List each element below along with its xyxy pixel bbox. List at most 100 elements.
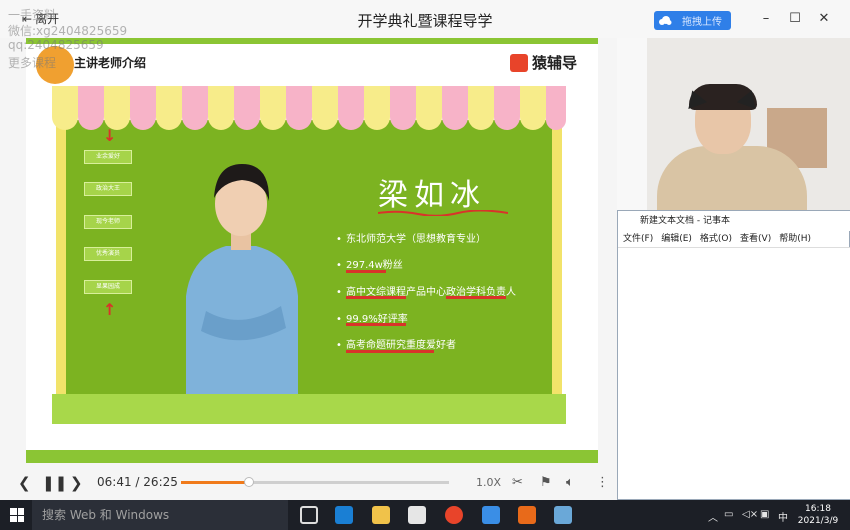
notepad-task-icon[interactable] [554,506,572,524]
pillar-right [552,120,562,410]
webcam-window [617,38,647,210]
brand-name: 猿辅导 [532,54,578,72]
total-time: 26:25 [143,475,178,489]
scissors-icon[interactable]: ✂ [512,475,523,490]
teacher-name: 梁如冰 [378,178,486,213]
progress-fill [181,481,249,484]
awning-stripe [208,86,234,130]
progress-knob[interactable] [243,477,254,487]
awning-stripe [78,86,104,130]
bullet-text: 东北师范大学（思想教育专业） [346,234,486,245]
side-menu-item: 优秀演员 [84,247,132,261]
more-icon[interactable]: ⋮ [596,475,609,490]
taskbar-search[interactable]: 搜索 Web 和 Windows [32,500,288,530]
awning-stripe [416,86,442,130]
bullet-item: • 东北师范大学（思想教育专业） [336,234,486,245]
clock-date: 2021/3/9 [797,516,839,526]
name-underline [378,210,508,216]
player-controls: ❮ ❚❚ ❯ 06:41 / 26:25 1.0X ✂ ⚑ 🔈︎ ⋮ [0,466,617,499]
awning-stripe [468,86,494,130]
task-view-icon[interactable] [300,506,318,524]
chevron-up-icon[interactable]: ︿ [708,509,718,524]
notepad-text-area[interactable] [618,247,850,499]
watermark-line: qq:2404825659 [8,38,104,52]
file-explorer-icon[interactable] [372,506,390,524]
cloud-app-icon[interactable] [482,506,500,524]
lecture-slide: 主讲老师介绍 猿辅导 ↓ 业余爱好 政治大王 现今老师 优秀演员 显果园成 ↑ … [26,38,598,463]
pause-icon[interactable]: ❚❚ [42,474,67,492]
presenter-body [657,146,807,210]
awning-stripe [520,86,546,130]
clock[interactable]: 16:18 2021/3/9 [796,503,840,527]
bullet-item: • 高考命题研究重度爱好者 [336,340,456,351]
awning-stripe [442,86,468,130]
awning-stripe [130,86,156,130]
arrow-down-icon: ↓ [103,126,117,145]
red-underline [346,350,434,353]
awning-stripe [338,86,364,130]
time-display: 06:41 / 26:25 [97,475,178,489]
screen: ⇤ 离开 开学典礼暨课程导学 拖拽上传 – ☐ ✕ 主讲老师介绍 猿辅导 ↓ 业… [0,0,850,530]
side-menu-item: 现今老师 [84,215,132,229]
app-icon[interactable] [445,506,463,524]
awning-stripe [364,86,390,130]
arrow-up-icon: ↑ [103,300,117,319]
red-underline [446,296,506,299]
teacher-photo [186,164,298,396]
store-icon[interactable] [408,506,426,524]
notepad-title: 新建文本文档 - 记事本 [618,211,850,231]
red-underline [346,270,386,273]
slide-bottom-bar [26,450,598,463]
menu-edit[interactable]: 编辑(E) [661,231,692,247]
close-icon[interactable]: ✕ [814,11,834,26]
brand: 猿辅导 [510,52,577,73]
menu-format[interactable]: 格式(O) [700,231,732,247]
awning-stripe [156,86,182,130]
awning-stripe [260,86,286,130]
awning-stripe [546,86,566,130]
awning-stripe [286,86,312,130]
taskbar: 搜索 Web 和 Windows ︿ ▭ ◁× ▣ 中 16:18 2021/3… [0,500,850,530]
clock-time: 16:18 [805,504,831,514]
progress-bar[interactable] [181,477,449,487]
awning-stripe [182,86,208,130]
menu-help[interactable]: 帮助(H) [779,231,811,247]
speed-button[interactable]: 1.0X [476,476,501,489]
ime-indicator[interactable]: 中 [778,509,788,524]
pillar-left [56,120,66,410]
volume-tray-icon[interactable]: ◁× [742,509,758,520]
minimize-icon[interactable]: – [756,11,776,26]
start-icon[interactable] [10,508,24,522]
time-separator: / [135,475,140,489]
network-icon[interactable]: ▭ [724,509,733,520]
volume-icon[interactable]: 🔈︎ [566,475,574,490]
side-menu-item: 政治大王 [84,182,132,196]
menu-view[interactable]: 查看(V) [740,231,771,247]
side-menu-item: 业余爱好 [84,150,132,164]
edge-icon[interactable] [335,506,353,524]
title-bar: ⇤ 离开 开学典礼暨课程导学 拖拽上传 – ☐ ✕ [0,0,850,38]
next-icon[interactable]: ❯ [70,474,83,492]
yuanfudao-icon[interactable] [518,506,536,524]
brand-logo-icon [510,53,528,72]
current-time: 06:41 [97,475,132,489]
flag-icon[interactable]: ⚑ [540,475,552,490]
awning-stripe [312,86,338,130]
cloud-icon [654,11,676,30]
awning-stripe [52,86,78,130]
red-underline [346,323,406,326]
maximize-icon[interactable]: ☐ [785,11,805,26]
awning-stripe [104,86,130,130]
menu-file[interactable]: 文件(F) [623,231,653,247]
awning [52,86,566,130]
side-menu-item: 显果园成 [84,280,132,294]
webcam-feed [617,38,850,210]
watermark-line: 微信:xg2404825659 [8,24,128,38]
notepad-window: 新建文本文档 - 记事本 文件(F) 编辑(E) 格式(O) 查看(V) 帮助(… [617,210,850,500]
prev-icon[interactable]: ❮ [18,474,31,492]
upload-button[interactable]: 拖拽上传 [654,11,731,30]
awning-stripe [234,86,260,130]
stage-base [52,394,566,424]
host-title: 主讲老师介绍 [74,56,147,70]
action-center-icon[interactable]: ▣ [760,509,769,520]
